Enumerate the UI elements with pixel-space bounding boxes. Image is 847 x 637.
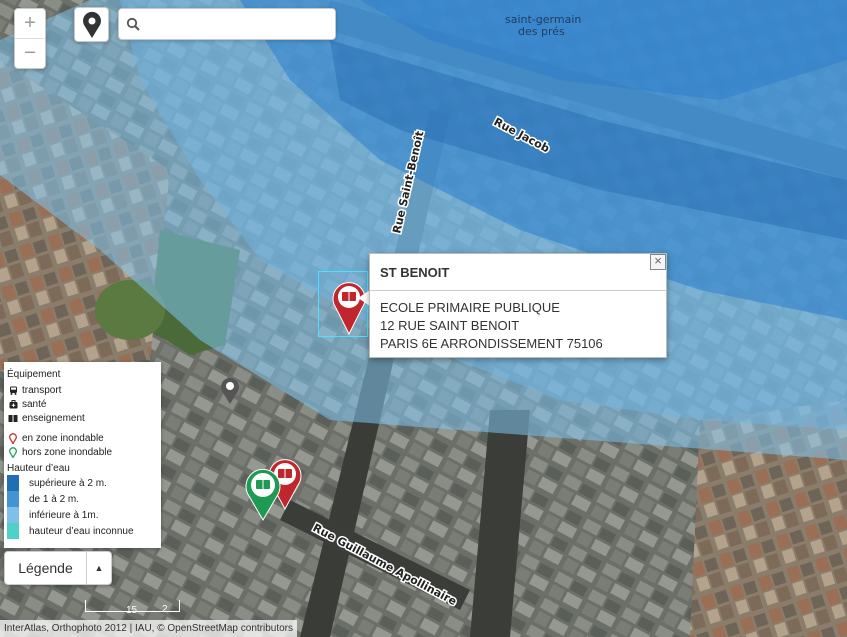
- caret-up-icon[interactable]: ▲: [87, 552, 111, 584]
- bus-icon: [7, 386, 19, 395]
- water-swatch-low: [7, 507, 19, 523]
- popup-close-button[interactable]: ×: [650, 254, 666, 270]
- area-label-line2: des prés: [518, 25, 565, 38]
- popup-body: ECOLE PRIMAIRE PUBLIQUE 12 RUE SAINT BEN…: [370, 291, 666, 361]
- scale-label-2: 2: [162, 604, 168, 615]
- school-marker-green[interactable]: [243, 466, 283, 522]
- legend-toggle-button[interactable]: Légende ▲: [4, 551, 112, 585]
- water-swatch-mid: [7, 491, 19, 507]
- zoom-out-button[interactable]: −: [15, 39, 45, 68]
- water-swatch-high: [7, 475, 19, 491]
- legend-enseignement-label: enseignement: [22, 412, 85, 424]
- legend-row-water-3: inférieure à 1m.: [4, 507, 161, 523]
- legend-water-unknown-label: hauteur d’eau inconnue: [29, 525, 134, 537]
- map-pin-icon: [82, 11, 101, 38]
- legend-row-water-4: hauteur d’eau inconnue: [4, 523, 161, 539]
- locate-button[interactable]: [74, 7, 109, 42]
- legend-en-zone-label: en zone inondable: [22, 432, 104, 444]
- search-input[interactable]: [147, 10, 335, 38]
- legend-row-water-2: de 1 à 2 m.: [4, 491, 161, 507]
- legend-toggle-label[interactable]: Légende: [5, 552, 87, 584]
- map-attribution: InterAtlas, Orthophoto 2012 | IAU, © Ope…: [0, 620, 298, 637]
- legend-row-enseignement: enseignement: [4, 411, 161, 425]
- green-pin-icon: [7, 446, 19, 458]
- legend-water-title: Hauteur d’eau: [7, 462, 70, 474]
- book-icon: [7, 414, 19, 423]
- legend-row-en-zone: en zone inondable: [4, 431, 161, 445]
- search-icon: [119, 17, 147, 31]
- water-swatch-unknown: [7, 523, 19, 539]
- legend-equipment-title: Équipement: [7, 369, 61, 380]
- popup-line-type: ECOLE PRIMAIRE PUBLIQUE: [380, 300, 560, 315]
- legend-transport-label: transport: [22, 384, 62, 396]
- legend-sante-label: santé: [22, 398, 47, 410]
- legend-row-hors-zone: hors zone inondable: [4, 445, 161, 459]
- legend-hors-zone-label: hors zone inondable: [22, 446, 113, 458]
- grey-location-marker[interactable]: [219, 375, 241, 405]
- legend-water-high-label: supérieure à 2 m.: [29, 477, 107, 489]
- medical-bag-icon: [7, 399, 19, 409]
- search-box: [118, 8, 336, 40]
- popup-line-address: 12 RUE SAINT BENOIT: [380, 318, 520, 333]
- zoom-in-button[interactable]: +: [15, 9, 45, 39]
- legend-water-mid-label: de 1 à 2 m.: [29, 493, 80, 505]
- info-popup: ST BENOIT × ECOLE PRIMAIRE PUBLIQUE 12 R…: [369, 253, 667, 358]
- school-marker-red-selected[interactable]: [330, 278, 368, 336]
- legend-row-sante: santé: [4, 397, 161, 411]
- popup-title: ST BENOIT: [370, 254, 666, 291]
- legend-row-water-1: supérieure à 2 m.: [4, 475, 161, 491]
- red-pin-icon: [7, 432, 19, 444]
- scale-label-1: 15: [126, 605, 138, 616]
- legend-water-low-label: inférieure à 1m.: [29, 509, 99, 521]
- popup-line-city: PARIS 6E ARRONDISSEMENT 75106: [380, 336, 603, 351]
- legend-row-transport: transport: [4, 383, 161, 397]
- zoom-control: + −: [14, 8, 46, 69]
- legend-panel: Équipement transport santé enseignement …: [4, 362, 161, 548]
